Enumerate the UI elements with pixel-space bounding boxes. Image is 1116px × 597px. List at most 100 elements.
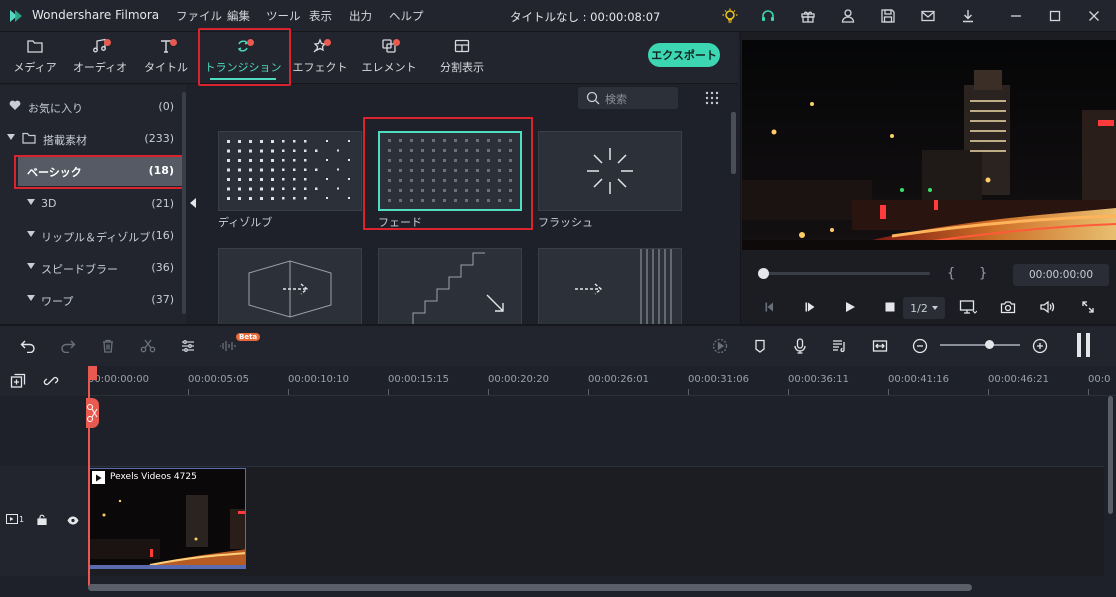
gift-icon[interactable]: [798, 6, 818, 26]
stop-icon[interactable]: [880, 298, 900, 316]
ruler-tick: [288, 389, 289, 395]
volume-icon[interactable]: [1037, 298, 1057, 316]
tab-label: タイトル: [144, 61, 188, 74]
export-button[interactable]: エクスポート: [648, 43, 720, 67]
ruler-time-label: 00:00:10:10: [288, 374, 350, 385]
transition-thumbnail-push[interactable]: [538, 248, 682, 325]
save-icon[interactable]: [878, 6, 898, 26]
zoom-out-icon[interactable]: [910, 336, 930, 356]
timeline-horizontal-scrollbar[interactable]: [88, 584, 972, 591]
timeline-zoom-slider[interactable]: [940, 344, 1020, 346]
previous-frame-icon[interactable]: [760, 298, 780, 316]
close-icon[interactable]: [1084, 6, 1104, 26]
adjust-sliders-icon[interactable]: [178, 336, 198, 356]
chevron-down-icon[interactable]: [27, 295, 35, 301]
grid-view-icon[interactable]: [704, 90, 720, 106]
mark-in-button[interactable]: {: [947, 266, 955, 281]
timeline-vertical-scrollbar[interactable]: [1108, 396, 1113, 514]
split-icon: [453, 37, 471, 55]
bulb-icon[interactable]: [720, 6, 740, 26]
user-icon[interactable]: [838, 6, 858, 26]
ruler-time-label: 00:00:20:20: [488, 374, 550, 385]
tab-elements[interactable]: エレメント: [361, 32, 417, 84]
playhead-split-handle[interactable]: [86, 398, 99, 428]
chevron-down-icon: [931, 306, 938, 310]
microphone-icon[interactable]: [790, 336, 810, 356]
ruler-time-label: 00:00:36:11: [788, 374, 850, 385]
add-track-icon[interactable]: [10, 373, 26, 392]
preview-scrubber-track[interactable]: [762, 272, 930, 275]
snapshot-camera-icon[interactable]: [998, 298, 1018, 316]
eye-visibility-icon[interactable]: [67, 515, 79, 528]
notification-dot: [170, 39, 177, 46]
tab-label: エレメント: [361, 61, 417, 74]
sidebar-item-ripple-dissolve[interactable]: リップル＆ディゾルブ (16): [0, 221, 186, 251]
tab-split-screen[interactable]: 分割表示: [434, 32, 490, 84]
maximize-icon[interactable]: [1045, 6, 1065, 26]
chevron-down-icon[interactable]: [27, 199, 35, 205]
menu-help[interactable]: ヘルプ: [389, 8, 424, 24]
tab-effects[interactable]: エフェクト: [293, 32, 348, 84]
zoom-in-icon[interactable]: [1030, 336, 1050, 356]
sidebar-item-speed-blur[interactable]: スピードブラー (36): [0, 253, 186, 283]
transition-thumbnail-flash[interactable]: [538, 131, 682, 211]
headset-icon[interactable]: [758, 6, 778, 26]
delete-icon[interactable]: [98, 336, 118, 356]
tab-audio[interactable]: オーディオ: [73, 32, 127, 84]
sidebar-item-3d[interactable]: 3D (21): [0, 189, 186, 219]
chevron-down-icon[interactable]: [27, 231, 35, 237]
sidebar-item-favorites[interactable]: お気に入り (0): [0, 92, 186, 122]
play-icon[interactable]: [840, 298, 860, 316]
fullscreen-icon[interactable]: [1078, 298, 1098, 316]
pause-render-icon[interactable]: [1076, 333, 1092, 357]
voiceover-list-icon[interactable]: [830, 336, 850, 356]
fit-timeline-icon[interactable]: [870, 336, 890, 356]
timeline-empty-track[interactable]: [0, 396, 1104, 466]
redo-icon[interactable]: [58, 336, 78, 356]
minimize-icon[interactable]: [1006, 6, 1026, 26]
heart-icon: [9, 100, 21, 114]
ruler-time-label: 00:00:00:00: [88, 374, 150, 385]
sidebar-item-count: (233): [144, 132, 174, 145]
playhead-handle[interactable]: [88, 366, 97, 380]
preview-quality-select[interactable]: 1/2: [903, 297, 945, 319]
chevron-down-icon[interactable]: [27, 263, 35, 269]
menu-edit[interactable]: 編集: [227, 8, 250, 24]
preview-quality-value: 1/2: [910, 301, 928, 315]
display-settings-icon[interactable]: [958, 298, 978, 316]
download-icon[interactable]: [958, 6, 978, 26]
menu-tools[interactable]: ツール: [266, 8, 301, 24]
lock-icon[interactable]: [37, 514, 47, 528]
mail-icon[interactable]: [918, 6, 938, 26]
marker-icon[interactable]: [750, 336, 770, 356]
undo-icon[interactable]: [18, 336, 38, 356]
next-frame-icon[interactable]: [800, 298, 820, 316]
timeline-zoom-handle[interactable]: [985, 340, 994, 349]
annotation-highlight-box: [14, 155, 186, 189]
tab-media[interactable]: メディア: [12, 32, 58, 84]
menu-view[interactable]: 表示: [309, 8, 332, 24]
menu-file[interactable]: ファイル: [176, 8, 222, 24]
link-icon[interactable]: [43, 373, 59, 392]
audio-waveform-icon[interactable]: [218, 336, 238, 356]
transition-thumbnail-cube[interactable]: [218, 248, 362, 324]
clip-type-video-icon: [92, 471, 105, 484]
render-preview-icon[interactable]: [710, 336, 730, 356]
preview-scrubber-handle[interactable]: [758, 268, 769, 279]
transition-thumbnail-stairs[interactable]: [378, 248, 522, 325]
content-scrollbar[interactable]: [731, 112, 736, 174]
menu-export[interactable]: 出力: [349, 8, 372, 24]
tab-titles[interactable]: タイトル: [143, 32, 189, 84]
sidebar-item-builtin[interactable]: 搭載素材 (233): [0, 124, 186, 154]
video-clip[interactable]: [89, 468, 246, 569]
search-input[interactable]: 検索: [578, 87, 678, 109]
sidebar-scrollbar[interactable]: [182, 92, 186, 314]
window-title: タイトルなし : 00:00:08:07: [510, 10, 661, 24]
sidebar-item-warp[interactable]: ワープ (37): [0, 285, 186, 315]
mark-out-button[interactable]: }: [979, 266, 987, 281]
cut-scissors-icon[interactable]: [138, 336, 158, 356]
transition-thumbnail-dissolve[interactable]: [218, 131, 362, 211]
chevron-down-icon[interactable]: [7, 134, 15, 140]
clip-title: Pexels Videos 4725: [110, 472, 197, 482]
collapse-sidebar-icon[interactable]: [190, 198, 196, 208]
